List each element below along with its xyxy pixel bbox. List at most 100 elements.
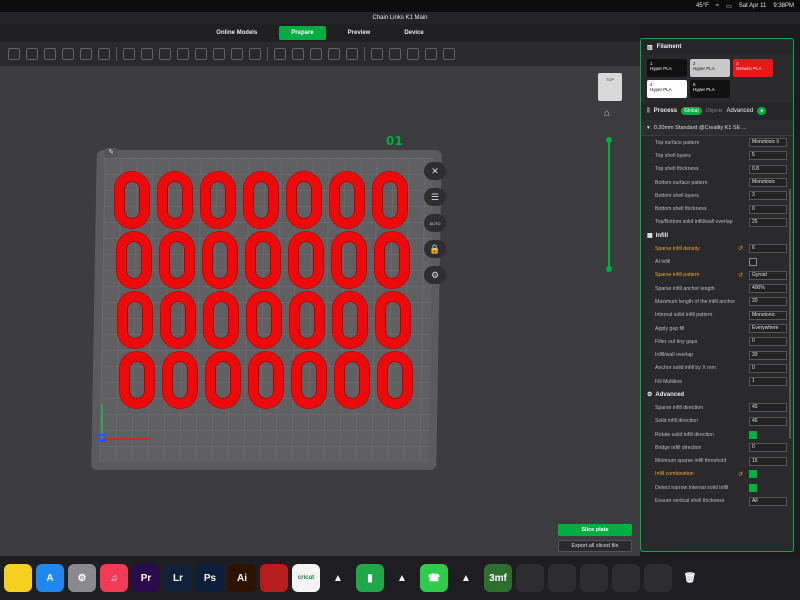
lock-icon[interactable]: 🔒 xyxy=(424,240,446,258)
setting-value-field[interactable]: 0 xyxy=(749,363,787,373)
chain-link[interactable] xyxy=(204,292,238,348)
app-store-icon[interactable]: A xyxy=(36,564,64,592)
chain-link[interactable] xyxy=(119,352,154,408)
clock-text[interactable]: 9:38PM xyxy=(773,3,794,9)
toolbar-tool-icon[interactable] xyxy=(141,48,153,60)
toolbar-tool-icon[interactable] xyxy=(98,48,110,60)
layer-slider-bottom-handle[interactable] xyxy=(606,266,612,272)
setting-value-field[interactable]: Monotonic li xyxy=(749,138,787,148)
system-settings-icon[interactable]: ⚙ xyxy=(68,564,96,592)
chain-link[interactable] xyxy=(288,232,323,288)
window-thumb-5-icon[interactable] xyxy=(644,564,672,592)
toolbar-tool-icon[interactable] xyxy=(80,48,92,60)
tab-online-models[interactable]: Online Models xyxy=(204,26,269,40)
panel-scrollbar[interactable] xyxy=(789,189,791,439)
chain-link[interactable] xyxy=(247,292,281,348)
close-icon[interactable]: ✕ xyxy=(424,162,446,180)
setting-checkbox[interactable] xyxy=(749,483,757,492)
trash-icon[interactable]: 🗑 xyxy=(676,564,704,592)
chain-link[interactable] xyxy=(202,232,237,288)
date-text[interactable]: Sat Apr 11 xyxy=(739,3,767,9)
weather-text[interactable]: 45°F xyxy=(696,3,709,9)
setting-value-field[interactable]: 30 xyxy=(749,350,787,360)
export-button[interactable]: Export all sliced file xyxy=(558,540,632,552)
tab-prepare[interactable]: Prepare xyxy=(279,26,326,40)
setting-value-field[interactable]: Monotonic xyxy=(749,178,787,188)
chain-link[interactable] xyxy=(287,172,321,228)
chain-link[interactable] xyxy=(118,292,152,348)
objects-toggle[interactable]: Objects xyxy=(706,108,723,114)
window-thumb-2-icon[interactable] xyxy=(548,564,576,592)
auto-orient-button[interactable]: AUTO xyxy=(424,214,446,232)
filament-slot-3[interactable]: 3 Generic PLA xyxy=(733,59,773,77)
chain-link[interactable] xyxy=(330,172,364,228)
pencil-icon[interactable]: ✎ xyxy=(104,148,118,158)
chain-link[interactable] xyxy=(245,232,280,288)
dragon-app-icon[interactable] xyxy=(260,564,288,592)
filament-slot-1[interactable]: 1 Hyper PLA xyxy=(647,59,687,77)
setting-value-field[interactable]: 5 xyxy=(749,151,787,161)
setting-checkbox[interactable] xyxy=(749,430,757,439)
layer-slider[interactable] xyxy=(608,140,610,270)
toolbar-tool-icon[interactable] xyxy=(425,48,437,60)
toolbar-tool-icon[interactable] xyxy=(274,48,286,60)
numbers-app-icon[interactable]: ▮ xyxy=(356,564,384,592)
toolbar-tool-icon[interactable] xyxy=(231,48,243,60)
toolbar-tool-icon[interactable] xyxy=(443,48,455,60)
chain-links-group[interactable] xyxy=(115,172,433,416)
home-icon[interactable]: ⌂ xyxy=(604,108,610,119)
toolbar-tool-icon[interactable] xyxy=(249,48,261,60)
setting-value-field[interactable]: 400% xyxy=(749,284,787,294)
toolbar-tool-icon[interactable] xyxy=(292,48,304,60)
chain-link[interactable] xyxy=(162,352,197,408)
chain-link[interactable] xyxy=(333,292,367,348)
lightroom-icon[interactable]: Lr xyxy=(164,564,192,592)
window-thumb-1-icon[interactable] xyxy=(516,564,544,592)
toolbar-tool-icon[interactable] xyxy=(177,48,189,60)
setting-value-field[interactable]: 0 xyxy=(749,337,787,347)
slice-plate-button[interactable]: Slice plate xyxy=(558,524,632,536)
advanced-switch[interactable]: ● xyxy=(757,107,767,115)
setting-checkbox[interactable] xyxy=(749,258,757,267)
chain-link[interactable] xyxy=(373,172,407,228)
setting-value-field[interactable]: 3 xyxy=(749,191,787,201)
photoshop-icon[interactable]: Ps xyxy=(196,564,224,592)
setting-value-field[interactable]: 15 xyxy=(749,456,787,466)
music-app-icon[interactable]: ♫ xyxy=(100,564,128,592)
setting-value-field[interactable]: 0.8 xyxy=(749,164,787,174)
illustrator-icon[interactable]: Ai xyxy=(228,564,256,592)
toolbar-tool-icon[interactable] xyxy=(346,48,358,60)
slicer-app-3-icon[interactable]: ▲ xyxy=(452,564,480,592)
notes-app-icon[interactable] xyxy=(4,564,32,592)
slicer-app-2-icon[interactable]: ▲ xyxy=(388,564,416,592)
chain-link[interactable] xyxy=(201,172,235,228)
chain-link[interactable] xyxy=(158,172,192,228)
toolbar-tool-icon[interactable] xyxy=(195,48,207,60)
chain-link[interactable] xyxy=(116,232,151,288)
toolbar-tool-icon[interactable] xyxy=(159,48,171,60)
tab-device[interactable]: Device xyxy=(392,26,435,40)
setting-value-field[interactable]: Gyroid xyxy=(749,270,787,280)
setting-value-field[interactable]: 1 xyxy=(749,377,787,387)
chain-link[interactable] xyxy=(248,352,283,408)
tab-preview[interactable]: Preview xyxy=(336,26,383,40)
toolbar-tool-icon[interactable] xyxy=(328,48,340,60)
filament-slot-2[interactable]: 2 Hyper PLA xyxy=(690,59,730,77)
setting-value-field[interactable]: All xyxy=(749,496,787,506)
reset-icon[interactable]: ↺ xyxy=(738,471,743,478)
setting-value-field[interactable]: 45 xyxy=(749,416,787,426)
setting-value-field[interactable]: 6 xyxy=(749,244,787,254)
chain-link[interactable] xyxy=(374,232,409,288)
toolbar-tool-icon[interactable] xyxy=(389,48,401,60)
setting-value-field[interactable]: Monotonic xyxy=(749,310,787,320)
chain-link[interactable] xyxy=(159,232,194,288)
chain-link[interactable] xyxy=(334,352,369,408)
chain-link[interactable] xyxy=(115,172,149,228)
process-preset[interactable]: ▾ 0.20mm Standard @Creality K1 SE ... xyxy=(641,120,793,136)
chain-link[interactable] xyxy=(205,352,240,408)
wifi-icon[interactable]: ≈ xyxy=(716,3,719,9)
chain-link[interactable] xyxy=(377,352,412,408)
setting-value-field[interactable]: 20 xyxy=(749,297,787,307)
chain-link[interactable] xyxy=(290,292,324,348)
reset-icon[interactable]: ↺ xyxy=(738,245,743,252)
